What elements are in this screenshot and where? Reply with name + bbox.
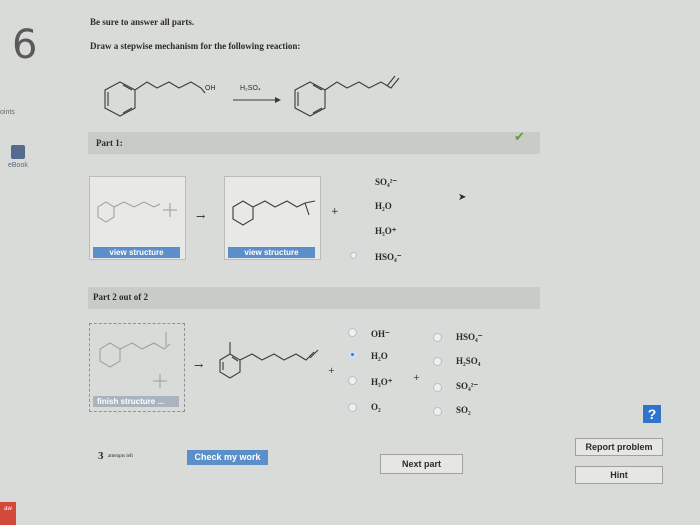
part2-option-oh[interactable]: OH⁻ [371, 329, 390, 340]
side-tab[interactable]: aw [0, 502, 16, 525]
part2-radio-h3o[interactable] [348, 376, 357, 385]
part2-radio-oh[interactable] [348, 328, 357, 337]
part2-radio-so4[interactable] [433, 383, 442, 392]
finish-structure-button[interactable]: finish structure ... [93, 396, 179, 407]
part2-radio-hso4[interactable] [433, 333, 442, 342]
part2-option-h2o[interactable]: H₂O [371, 351, 388, 361]
reagent-label: H₂SO₄ [240, 85, 261, 92]
part2-header [88, 287, 540, 309]
attempts-left-label: attempts left [108, 454, 133, 459]
part2-radio-h2o[interactable] [348, 350, 357, 359]
mouse-cursor-icon: ➤ [458, 192, 467, 203]
part2-radio-so2[interactable] [433, 407, 442, 416]
part1-label: Part 1: [96, 138, 123, 148]
part2-label: Part 2 out of 2 [93, 292, 148, 302]
reaction-scheme [104, 75, 400, 117]
part2-option-h3o[interactable]: H₃O⁺ [371, 377, 392, 388]
part2-option-hso4[interactable]: HSO₄⁻ [456, 332, 482, 343]
reactant-chain [134, 81, 206, 94]
part1-header [88, 132, 540, 154]
part2-option-so2[interactable]: SO₂ [456, 405, 471, 415]
part1-option-h3o[interactable]: H₃O⁺ [375, 226, 396, 237]
question-number: 6 [12, 22, 38, 68]
part2-arrow: → [194, 359, 204, 372]
reactant-ring [104, 81, 136, 117]
instruction-mechanism: Draw a stepwise mechanism for the follow… [90, 41, 301, 51]
part2-product-structure [219, 342, 319, 379]
part2-plus-1: + [328, 366, 335, 375]
part1-plus: + [331, 207, 339, 217]
part1-option-so4[interactable]: SO₄²⁻ [375, 177, 397, 188]
part2-radio-h2so4[interactable] [433, 357, 442, 366]
part1-view-structure-button-2[interactable]: view structure [228, 247, 315, 258]
next-part-button[interactable]: Next part [380, 454, 463, 474]
check-my-work-button[interactable]: Check my work [187, 450, 268, 465]
part2-radio-o2[interactable] [348, 403, 357, 412]
hint-button[interactable]: Hint [575, 466, 663, 484]
part2-plus-2: + [413, 373, 420, 382]
attempts-count: 3 [98, 450, 104, 462]
check-icon: ✔ [514, 130, 525, 145]
report-problem-button[interactable]: Report problem [575, 438, 663, 456]
part1-option-h2o[interactable]: H₂O [375, 201, 392, 211]
part1-structure-2-drawing [232, 200, 316, 226]
part1-option-hso4[interactable]: HSO₄⁻ [375, 252, 401, 263]
part1-view-structure-button-1[interactable]: view structure [93, 247, 180, 258]
reactant-oh-label: OH [205, 85, 216, 92]
part2-option-so4[interactable]: SO₄²⁻ [456, 381, 478, 392]
part1-radio-hso4[interactable] [350, 252, 357, 259]
part1-arrow: → [196, 210, 206, 223]
part2-canvas-structure [99, 332, 171, 388]
help-icon[interactable]: ? [643, 405, 661, 423]
part1-structure-1-drawing [97, 201, 177, 223]
ebook-link[interactable]: eBook [8, 162, 28, 169]
instruction-all-parts: Be sure to answer all parts. [90, 17, 195, 27]
product-ring [294, 81, 326, 117]
part2-option-h2so4[interactable]: H₂SO₄ [456, 356, 480, 366]
ebook-icon[interactable] [11, 145, 25, 159]
points-label: oints [0, 109, 15, 116]
part2-option-o2[interactable]: O₂ [371, 402, 381, 412]
